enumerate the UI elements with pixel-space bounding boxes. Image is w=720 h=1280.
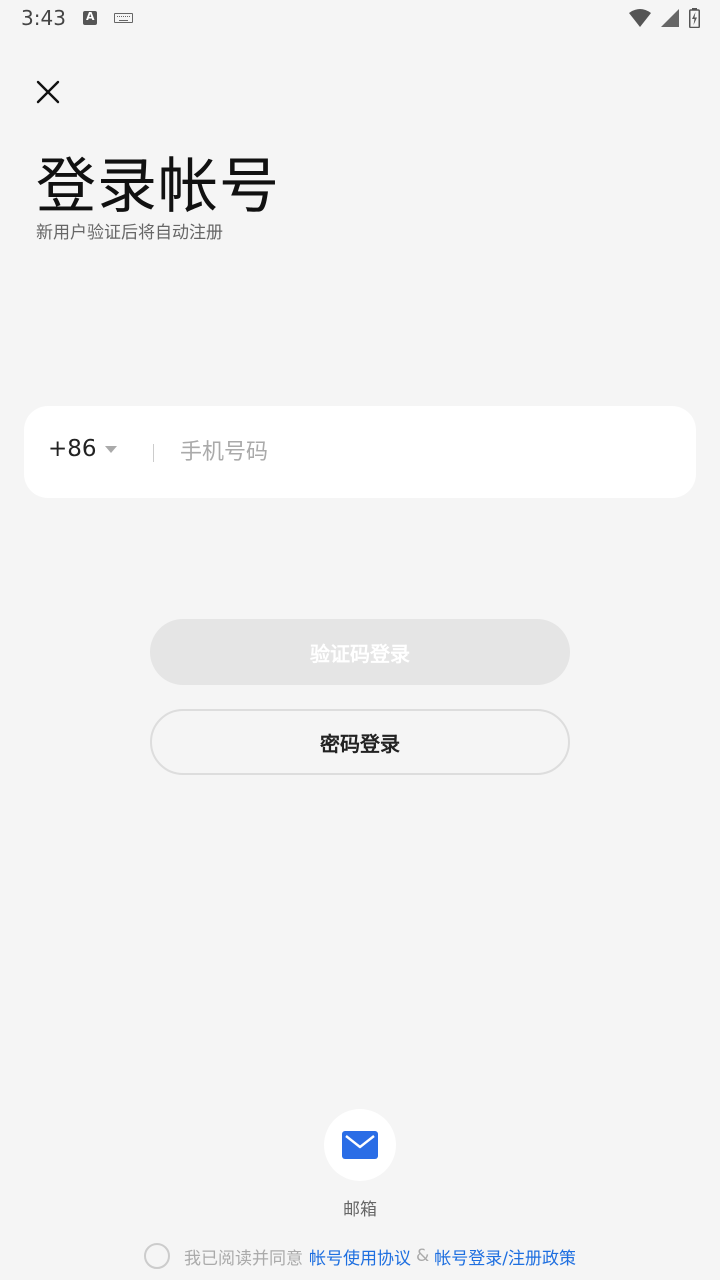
page-title: 登录帐号 bbox=[36, 152, 280, 222]
battery-icon bbox=[689, 8, 700, 28]
country-code-selector[interactable]: +86 bbox=[48, 436, 117, 462]
agreement-row: 我已阅读并同意 帐号使用协议 & 帐号登录/注册政策 bbox=[0, 1243, 720, 1269]
status-icons bbox=[629, 8, 700, 28]
login-screen: 3:43 登录帐号 新用户验证后将自动注册 +86 bbox=[0, 0, 720, 1280]
password-login-button[interactable]: 密码登录 bbox=[150, 709, 570, 775]
email-login-label: 邮箱 bbox=[343, 1200, 377, 1220]
wifi-icon bbox=[629, 9, 651, 27]
agreement-prefix: 我已阅读并同意 bbox=[184, 1248, 303, 1269]
mail-icon bbox=[342, 1131, 378, 1159]
country-code-label: +86 bbox=[48, 436, 97, 462]
phone-field: +86 bbox=[24, 406, 696, 498]
page-subtitle: 新用户验证后将自动注册 bbox=[36, 223, 223, 243]
field-divider bbox=[153, 444, 154, 462]
sms-login-button[interactable]: 验证码登录 bbox=[150, 619, 570, 685]
status-bar: 3:43 bbox=[0, 0, 720, 36]
chevron-down-icon bbox=[104, 445, 117, 453]
accessibility-icon bbox=[83, 10, 97, 25]
close-icon bbox=[36, 80, 60, 104]
close-button[interactable] bbox=[30, 74, 66, 110]
signal-icon bbox=[661, 9, 679, 27]
keyboard-icon bbox=[114, 13, 133, 23]
agreement-amp: & bbox=[416, 1246, 430, 1266]
status-time: 3:43 bbox=[21, 6, 66, 30]
policy-link[interactable]: 帐号登录/注册政策 bbox=[434, 1244, 576, 1269]
agreement-checkbox[interactable] bbox=[144, 1243, 170, 1269]
email-login-button[interactable] bbox=[324, 1109, 396, 1181]
user-agreement-link[interactable]: 帐号使用协议 bbox=[309, 1244, 411, 1269]
phone-input[interactable] bbox=[180, 430, 660, 474]
